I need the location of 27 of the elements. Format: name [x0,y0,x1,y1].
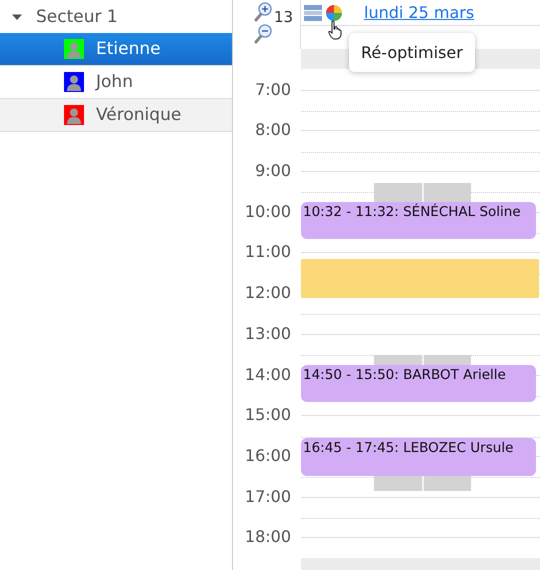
hand-cursor-icon [327,20,343,40]
appointment[interactable]: 16:45 - 17:45: LEBOZEC Ursule [301,438,536,476]
hour-label: 14:00 [244,364,291,384]
zoom-out-icon[interactable] [253,24,272,44]
hour-label: 16:00 [244,446,291,466]
list-icon[interactable] [304,4,322,22]
hour-label: 18:00 [244,527,291,548]
tree-item[interactable]: Véronique [0,99,232,132]
appointment[interactable]: 14:50 - 15:50: BARBOT Arielle [301,365,536,402]
tree-item[interactable]: Etienne [0,33,232,66]
hour-label: 10:00 [244,202,291,222]
hour-label: 7:00 [255,80,291,100]
date-link[interactable]: lundi 25 mars [364,3,474,22]
hour-label: 8:00 [255,120,291,140]
hour-label: 9:00 [255,161,291,182]
appointment[interactable]: 10:32 - 11:32: SÉNÉCHAL Soline [301,202,536,239]
expanded-caret-icon[interactable] [12,12,22,22]
hour-label: 17:00 [244,486,291,507]
hour-label: 11:00 [244,242,291,262]
zoom-in-icon[interactable] [253,2,272,22]
group-label[interactable]: Secteur 1 [36,6,118,26]
zoom-level: 13 [274,8,294,26]
tooltip: Ré-optimiser [349,33,475,72]
hour-label: 12:00 [244,283,291,304]
hour-label: 13:00 [244,324,291,344]
hour-label: 15:00 [244,405,291,426]
color-wheel-icon[interactable] [325,4,343,22]
